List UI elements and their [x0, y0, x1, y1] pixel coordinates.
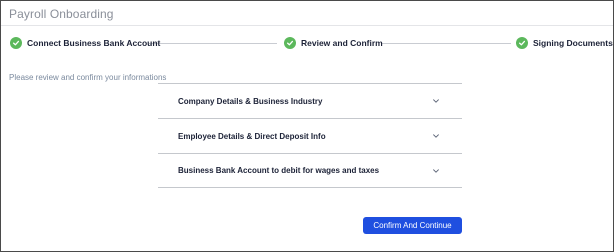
accordion-label: Business Bank Account to debit for wages…: [178, 166, 380, 175]
step-review-and-confirm[interactable]: Review and Confirm: [284, 33, 383, 53]
step-label: Connect Business Bank Account: [27, 38, 161, 48]
accordion-bank-account[interactable]: Business Bank Account to debit for wages…: [158, 153, 462, 188]
accordion-label: Company Details & Business Industry: [178, 96, 323, 106]
step-signing-documents[interactable]: Signing Documents: [516, 33, 613, 53]
header-divider: [1, 25, 613, 26]
step-label: Signing Documents: [533, 38, 613, 48]
accordion-label: Employee Details & Direct Deposit Info: [178, 131, 326, 141]
accordion-employee-details[interactable]: Employee Details & Direct Deposit Info: [158, 118, 462, 153]
progress-stepper: Connect Business Bank Account Review and…: [1, 33, 614, 53]
check-circle-icon: [284, 37, 296, 49]
review-accordion: Company Details & Business Industry Empl…: [158, 83, 462, 188]
review-instruction: Please review and confirm your informati…: [9, 73, 167, 82]
step-connector: [381, 43, 511, 44]
step-connect-bank-account[interactable]: Connect Business Bank Account: [10, 33, 160, 53]
page-title: Payroll Onboarding: [9, 7, 114, 21]
chevron-down-icon[interactable]: [432, 97, 440, 105]
confirm-and-continue-button[interactable]: Confirm And Continue: [363, 217, 462, 234]
check-circle-icon: [10, 37, 22, 49]
chevron-down-icon[interactable]: [432, 132, 440, 140]
payroll-onboarding-panel: Payroll Onboarding Connect Business Bank…: [0, 0, 614, 252]
accordion-company-details[interactable]: Company Details & Business Industry: [158, 83, 462, 118]
check-circle-icon: [516, 37, 528, 49]
step-label: Review and Confirm: [301, 38, 383, 48]
step-connector: [149, 43, 277, 44]
chevron-down-icon[interactable]: [432, 167, 440, 175]
